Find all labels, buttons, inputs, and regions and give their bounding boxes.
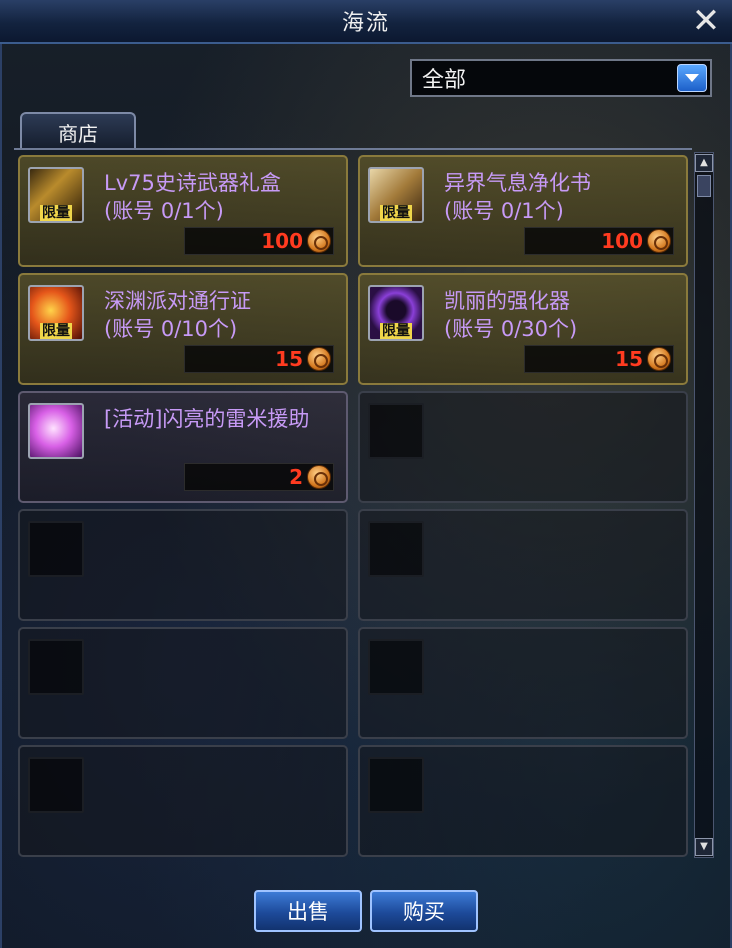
limited-badge: 限量 (380, 323, 412, 339)
buy-button[interactable]: 购买 (370, 890, 478, 932)
item-price: 15 (275, 347, 303, 371)
coin-icon (307, 229, 331, 253)
item-purchase-limit: (账号 0/10个) (104, 317, 238, 341)
shop-item[interactable]: 限量 异界气息净化书 (账号 0/1个) 100 (358, 155, 688, 267)
shop-item[interactable]: 限量 凯丽的强化器 (账号 0/30个) 15 (358, 273, 688, 385)
item-name: Lv75史诗武器礼盒 (104, 171, 281, 195)
window-title-bar[interactable]: 海流 ✕ (0, 0, 732, 44)
empty-item-icon (368, 403, 424, 459)
empty-slot (358, 509, 688, 621)
empty-slot (358, 627, 688, 739)
category-dropdown[interactable]: 全部 (410, 59, 712, 97)
item-price: 100 (261, 229, 303, 253)
window-title: 海流 (341, 11, 390, 36)
category-dropdown-value: 全部 (422, 68, 467, 93)
item-name: 凯丽的强化器 (444, 289, 570, 313)
empty-slot (18, 509, 348, 621)
purple-orb-icon: 限量 (368, 285, 424, 341)
shop-item[interactable]: 限量 Lv75史诗武器礼盒 (账号 0/1个) 100 (18, 155, 348, 267)
coin-icon (647, 347, 671, 371)
empty-slot (18, 627, 348, 739)
item-price-box: 2 (184, 463, 334, 491)
item-name: 异界气息净化书 (444, 171, 591, 195)
item-price-box: 100 (524, 227, 674, 255)
empty-item-icon (368, 639, 424, 695)
item-price: 15 (615, 347, 643, 371)
item-price-box: 15 (184, 345, 334, 373)
item-purchase-limit: (账号 0/1个) (104, 199, 224, 223)
item-price: 100 (601, 229, 643, 253)
scroll-book-icon: 限量 (368, 167, 424, 223)
item-price: 2 (289, 465, 303, 489)
pink-crystal-icon (28, 403, 84, 459)
limited-badge: 限量 (40, 323, 72, 339)
chevron-down-icon[interactable] (677, 64, 707, 92)
item-purchase-limit: (账号 0/1个) (444, 199, 564, 223)
coin-icon (307, 465, 331, 489)
sell-button[interactable]: 出售 (254, 890, 362, 932)
empty-slot (358, 391, 688, 503)
item-price-box: 15 (524, 345, 674, 373)
tab-shop-label: 商店 (58, 121, 98, 146)
shop-item[interactable]: [活动]闪亮的雷米援助 2 (18, 391, 348, 503)
empty-item-icon (368, 757, 424, 813)
item-price-box: 100 (184, 227, 334, 255)
scroll-up-icon[interactable]: ▲ (695, 154, 713, 172)
empty-item-icon (368, 521, 424, 577)
empty-slot (18, 745, 348, 857)
limited-badge: 限量 (40, 205, 72, 221)
item-purchase-limit: (账号 0/30个) (444, 317, 578, 341)
gold-chest-icon: 限量 (28, 167, 84, 223)
flame-pass-icon: 限量 (28, 285, 84, 341)
shop-item[interactable]: 限量 深渊派对通行证 (账号 0/10个) 15 (18, 273, 348, 385)
scroll-down-icon[interactable]: ▼ (695, 838, 713, 856)
tab-shop[interactable]: 商店 (20, 112, 136, 150)
empty-item-icon (28, 639, 84, 695)
item-scrollbar[interactable]: ▲ ▼ (694, 152, 714, 858)
item-name: [活动]闪亮的雷米援助 (104, 407, 310, 431)
item-name: 深渊派对通行证 (104, 289, 251, 313)
empty-slot (358, 745, 688, 857)
scroll-thumb[interactable] (697, 175, 711, 197)
coin-icon (307, 347, 331, 371)
empty-item-icon (28, 521, 84, 577)
coin-icon (647, 229, 671, 253)
close-icon[interactable]: ✕ (688, 4, 724, 40)
limited-badge: 限量 (380, 205, 412, 221)
empty-item-icon (28, 757, 84, 813)
